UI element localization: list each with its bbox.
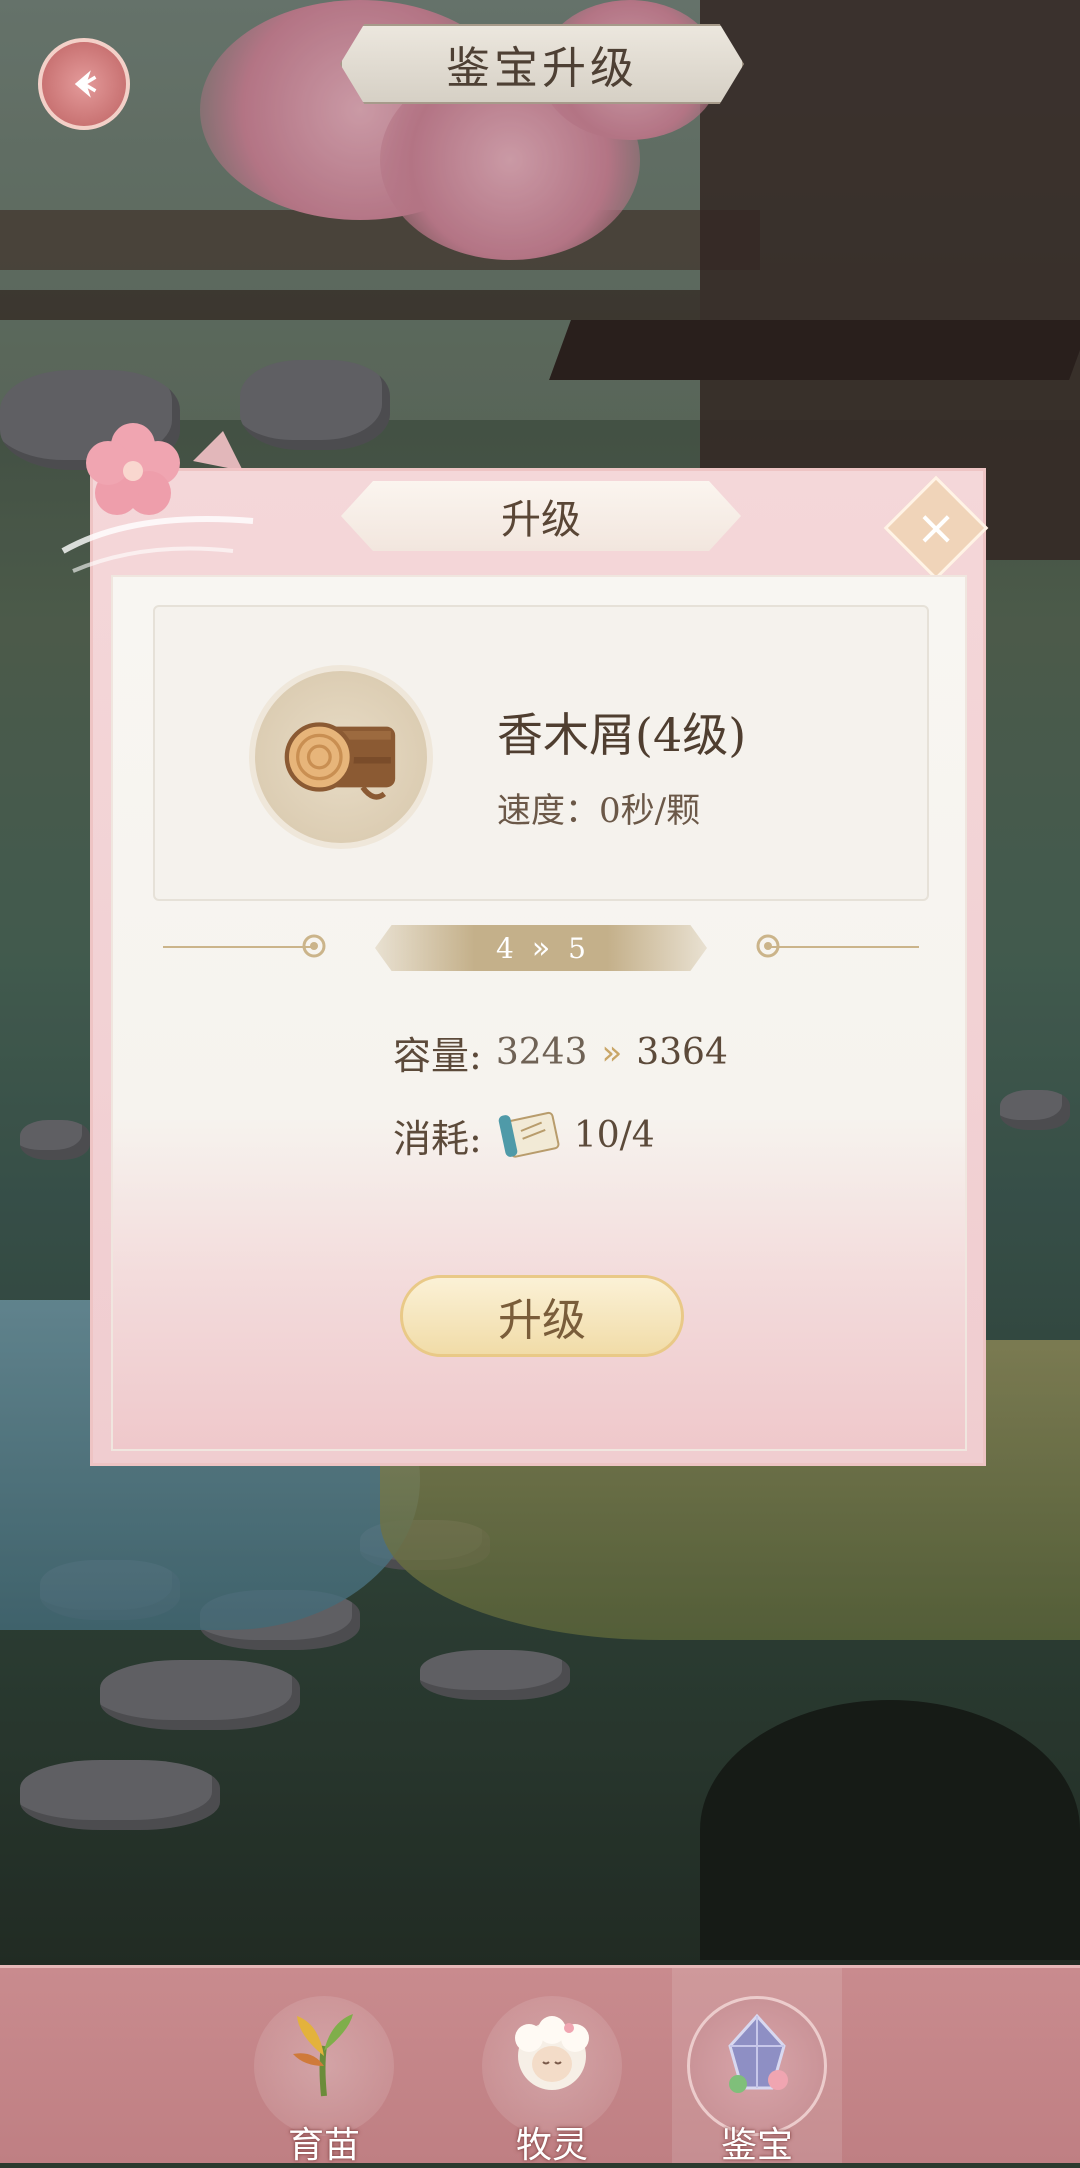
level-banner: 4 » 5	[375, 925, 707, 971]
dialog-body: 香木屑(4级) 速度：0秒/颗 4 » 5 容量: 3243 » 3364 消耗…	[111, 575, 967, 1451]
cost-label: 消耗:	[393, 1116, 482, 1161]
cost-row: 消耗: 10/4	[393, 1107, 655, 1163]
item-card: 香木屑(4级) 速度：0秒/颗	[153, 605, 929, 901]
divider-left	[163, 946, 313, 948]
cost-value: 10/4	[573, 1114, 655, 1156]
wood-log-icon	[284, 722, 396, 800]
close-icon: ×	[915, 500, 957, 556]
knot-ornament-icon	[302, 934, 326, 958]
tab-herd[interactable]: 牧灵	[472, 1968, 632, 2166]
item-icon-frame	[249, 665, 433, 849]
level-to: 5	[568, 931, 586, 965]
dialog-title: 升级	[501, 497, 581, 543]
upgrade-button[interactable]: 升级	[400, 1275, 684, 1357]
capacity-old: 3243	[495, 1032, 588, 1073]
tab-nursery-label: 育苗	[287, 2125, 360, 2166]
page-title: 鉴宝升级	[446, 43, 638, 94]
dialog-title-plaque: 升级	[341, 481, 741, 551]
sprout-icon	[293, 2014, 353, 2097]
back-arrow-icon	[74, 70, 97, 98]
back-button[interactable]	[38, 38, 130, 130]
tab-appraisal-label: 鉴宝	[720, 2125, 793, 2166]
tab-appraisal[interactable]: 鉴宝	[677, 1968, 837, 2166]
tab-herd-label: 牧灵	[515, 2125, 588, 2166]
capacity-new: 3364	[636, 1032, 728, 1073]
level-indicator: 4 » 5	[113, 917, 969, 977]
gem-icon	[728, 2013, 788, 2093]
flower-decoration-icon	[61, 423, 254, 573]
upgrade-dialog: 升级 × 香木屑(4级) 速度：0秒/颗 4 » 5 容量: 3243 » 33…	[61, 423, 989, 1466]
sheep-icon	[515, 2016, 589, 2090]
level-arrow-icon: »	[531, 930, 551, 966]
capacity-row: 容量: 3243 » 3364	[393, 1025, 728, 1080]
capacity-arrow-icon: »	[601, 1032, 623, 1073]
upgrade-button-label: 升级	[498, 1295, 586, 1346]
item-name: 香木屑(4级)	[497, 708, 747, 762]
level-from: 4	[495, 931, 514, 965]
divider-right	[769, 946, 919, 948]
item-speed: 速度：0秒/颗	[497, 791, 701, 831]
bottom-nav: 育苗 牧灵 鉴宝	[0, 1965, 1080, 2166]
page-title-plaque: 鉴宝升级	[340, 24, 744, 104]
close-button[interactable]: ×	[883, 475, 989, 581]
capacity-label: 容量:	[393, 1034, 482, 1078]
tab-nursery[interactable]: 育苗	[244, 1968, 404, 2166]
scroll-icon	[498, 1111, 560, 1158]
